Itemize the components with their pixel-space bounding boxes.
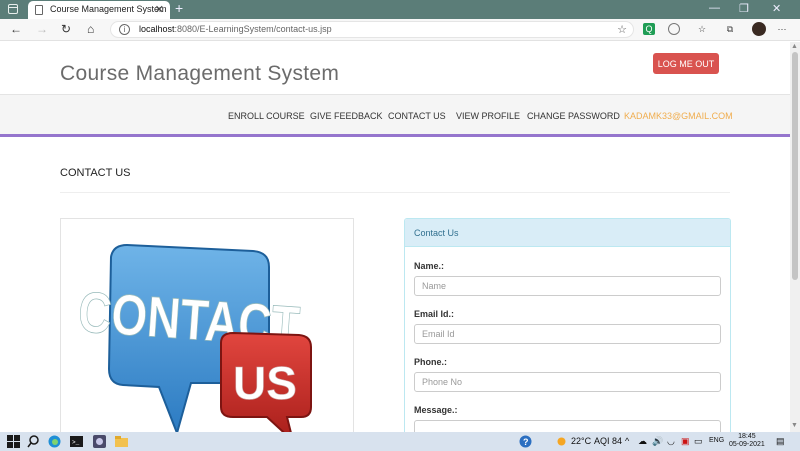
language-indicator[interactable]: ENG [709, 437, 724, 444]
file-explorer-icon[interactable] [115, 435, 128, 448]
name-input[interactable] [414, 276, 721, 296]
nav-user-email[interactable]: KADAMK33@GMAIL.COM [624, 111, 733, 121]
logout-button[interactable]: LOG ME OUT [653, 53, 719, 74]
new-tab-button[interactable]: + [175, 0, 183, 16]
svg-text:>_: >_ [72, 439, 80, 446]
close-window-button[interactable]: ✕ [772, 2, 781, 15]
cloud-icon[interactable]: ☁ [638, 436, 647, 447]
nav-give-feedback[interactable]: GIVE FEEDBACK [310, 111, 383, 121]
browser-tab-bar: Course Management System ✕ + — ❐ ✕ [0, 0, 800, 19]
nav-view-profile[interactable]: VIEW PROFILE [456, 111, 520, 121]
us-word: US [233, 357, 297, 409]
site-title: Course Management System [60, 62, 340, 85]
contact-form-panel: Contact Us Name.: Email Id.: Phone.: Mes… [404, 218, 731, 432]
clock-time: 18:45 [738, 433, 756, 440]
show-hidden-icons-icon[interactable]: ^ [625, 436, 629, 446]
page-scrollbar[interactable]: ▲ ▼ [790, 42, 800, 432]
favorites-icon[interactable]: ☆ [696, 23, 708, 35]
name-label: Name.: [414, 261, 445, 271]
browser-tab[interactable]: Course Management System ✕ [28, 1, 170, 19]
contact-us-speech-bubbles: CONTACT US [76, 243, 312, 432]
panel-heading-label: Contact Us [414, 228, 459, 238]
nav-contact-us[interactable]: CONTACT US [388, 111, 446, 121]
phone-label: Phone.: [414, 357, 447, 367]
wifi-icon[interactable]: ◡ [667, 436, 675, 447]
help-icon[interactable]: ? [519, 435, 532, 448]
url-text: localhost:8080/E-LearningSystem/contact-… [139, 24, 332, 34]
nav-enroll-course[interactable]: ENROLL COURSE [228, 111, 305, 121]
home-icon[interactable]: ⌂ [87, 22, 94, 36]
clock[interactable]: 18:45 05-09-2021 [729, 433, 765, 449]
site-header: Course Management System LOG ME OUT [0, 42, 790, 94]
battery-icon[interactable]: ▭ [694, 436, 703, 447]
aqi-text: AQI 84 [594, 436, 623, 446]
scroll-thumb[interactable] [792, 52, 798, 280]
volume-icon[interactable]: 🔊 [652, 436, 663, 447]
nav-change-password[interactable]: CHANGE PASSWORD [527, 111, 620, 121]
tab-close-icon[interactable]: ✕ [155, 3, 164, 16]
message-label: Message.: [414, 405, 458, 415]
address-bar[interactable]: i localhost:8080/E-LearningSystem/contac… [110, 21, 634, 38]
scroll-down-icon[interactable]: ▼ [791, 422, 798, 429]
tab-actions-icon[interactable] [8, 4, 18, 14]
browser-toolbar: ← → ↻ ⌂ i localhost:8080/E-LearningSyste… [0, 19, 800, 41]
more-options-icon[interactable]: ⋯ [776, 23, 788, 35]
edge-browser-icon[interactable] [48, 435, 61, 448]
site-info-icon[interactable]: i [119, 24, 130, 35]
favorite-star-icon[interactable]: ☆ [617, 23, 627, 36]
page-icon [35, 5, 43, 15]
notification-app-icon[interactable]: ▣ [681, 436, 690, 447]
windows-start-icon[interactable] [7, 435, 20, 448]
refresh-icon[interactable]: ↻ [61, 22, 71, 36]
svg-text:?: ? [523, 437, 529, 447]
contact-us-image: CONTACT US [60, 218, 354, 432]
restore-button[interactable]: ❐ [739, 2, 749, 15]
phone-input[interactable] [414, 372, 721, 392]
app-icon[interactable] [93, 435, 106, 448]
forward-arrow-icon[interactable]: → [36, 22, 48, 36]
weather-icon[interactable] [555, 435, 568, 448]
profile-avatar[interactable] [752, 22, 766, 36]
tab-title: Course Management System [50, 4, 167, 14]
temperature-text: 22°C [571, 436, 592, 446]
email-input[interactable] [414, 324, 721, 344]
extension-q-icon[interactable]: Q [643, 23, 655, 35]
clock-date: 05-09-2021 [729, 441, 765, 448]
minimize-button[interactable]: — [709, 2, 720, 14]
search-icon[interactable] [27, 435, 40, 448]
page-title: CONTACT US [60, 167, 131, 179]
email-label: Email Id.: [414, 309, 455, 319]
extension-icon[interactable] [668, 23, 680, 35]
main-navbar: ENROLL COURSE GIVE FEEDBACK CONTACT US V… [0, 94, 790, 137]
windows-taskbar: >_ ? 22°C AQI 84 ^ ☁ 🔊 ◡ ▣ ▭ ENG 18:45 0… [0, 432, 800, 451]
collections-icon[interactable]: ⧉ [724, 23, 736, 35]
divider [60, 192, 730, 193]
message-textarea[interactable] [414, 420, 721, 432]
page-viewport: Course Management System LOG ME OUT ENRO… [0, 42, 790, 432]
back-arrow-icon[interactable]: ← [10, 22, 22, 36]
scroll-up-icon[interactable]: ▲ [791, 43, 798, 50]
notifications-icon[interactable]: ▤ [776, 436, 785, 447]
panel-heading: Contact Us [405, 219, 730, 247]
terminal-icon[interactable]: >_ [70, 435, 83, 448]
